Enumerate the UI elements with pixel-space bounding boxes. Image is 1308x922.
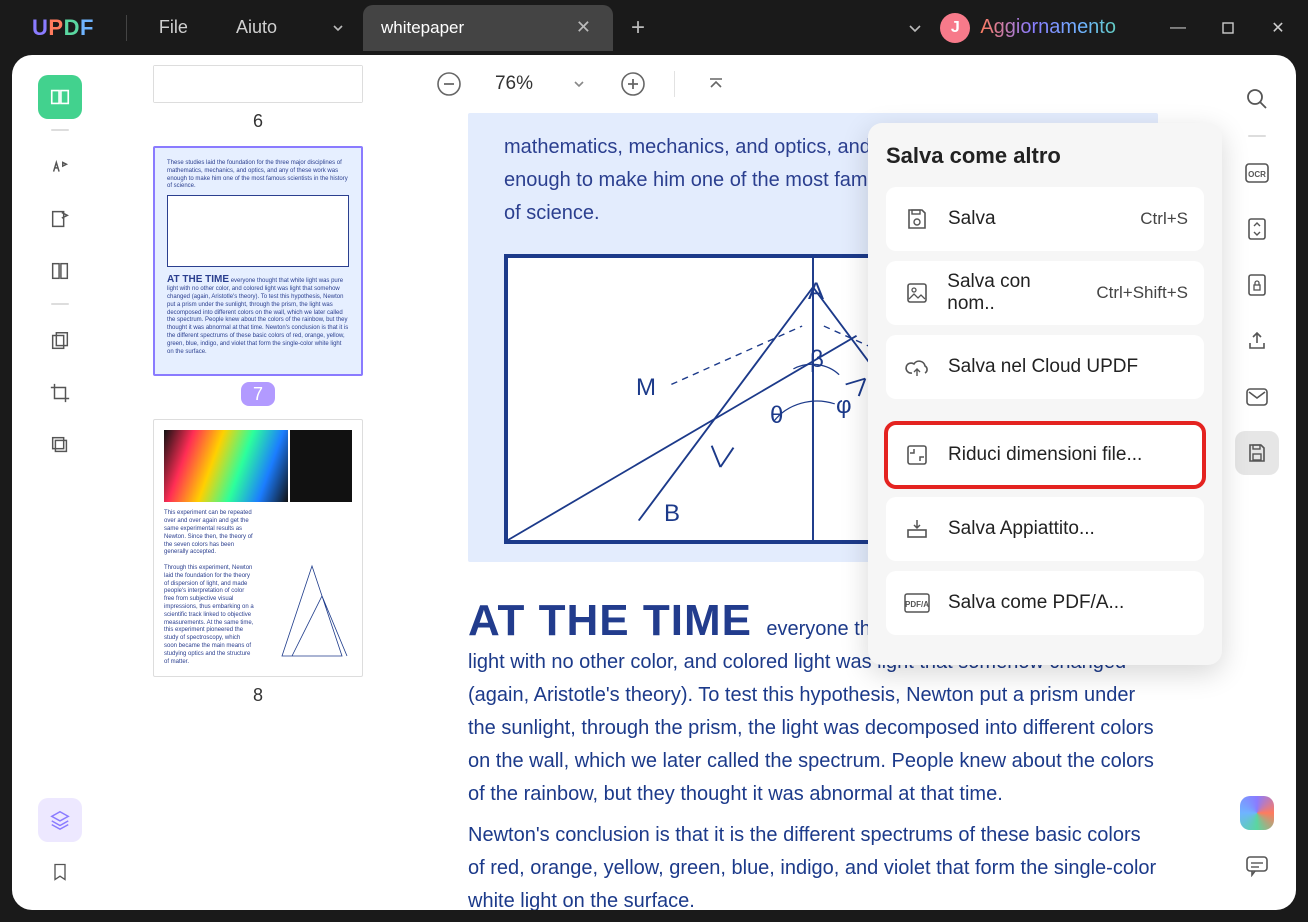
new-tab-button[interactable]: + xyxy=(613,6,663,50)
save-other-icon[interactable] xyxy=(1235,431,1279,475)
save-flatten-button[interactable]: Salva Appiattito... xyxy=(886,497,1204,561)
reader-mode-button[interactable] xyxy=(38,75,82,119)
ai-icon[interactable] xyxy=(1240,796,1274,830)
cloud-icon xyxy=(902,352,932,382)
batch-tool-button[interactable] xyxy=(38,423,82,467)
save-pdfa-button[interactable]: PDF/A Salva come PDF/A... xyxy=(886,571,1204,635)
zoom-dropdown-icon[interactable] xyxy=(562,67,596,101)
flatten-icon xyxy=(902,514,932,544)
app-logo: UPDF xyxy=(8,15,118,41)
email-icon[interactable] xyxy=(1235,375,1279,419)
body-paragraph-2: Newton's conclusion is that it is the di… xyxy=(468,819,1158,910)
edit-tool-button[interactable] xyxy=(38,197,82,241)
search-icon[interactable] xyxy=(1235,77,1279,121)
svg-text:PDF/A: PDF/A xyxy=(905,600,929,609)
minimize-button[interactable]: — xyxy=(1156,8,1200,48)
tab-whitepaper[interactable]: whitepaper ✕ xyxy=(363,5,613,51)
ocr-icon[interactable]: OCR xyxy=(1235,151,1279,195)
pdfa-icon: PDF/A xyxy=(902,588,932,618)
menu-help[interactable]: Aiuto xyxy=(212,17,301,38)
save-as-other-panel: Salva come altro Salva Ctrl+S Salva con … xyxy=(868,123,1222,665)
tab-dropdown-icon[interactable] xyxy=(313,6,363,50)
thumb-page-6[interactable]: 6 xyxy=(153,65,363,132)
save-cloud-button[interactable]: Salva nel Cloud UPDF xyxy=(886,335,1204,399)
right-toolbar: OCR xyxy=(1218,55,1296,910)
save-icon xyxy=(902,204,932,234)
save-button[interactable]: Salva Ctrl+S xyxy=(886,187,1204,251)
thumbnail-panel: 6 These studies laid the foundation for … xyxy=(108,55,408,910)
titlebar: UPDF File Aiuto whitepaper ✕ + J Aggiorn… xyxy=(0,0,1308,55)
thumb-page-8[interactable]: This experiment can be repeated over and… xyxy=(153,419,363,706)
zoom-out-button[interactable] xyxy=(432,67,466,101)
compress-icon xyxy=(902,440,932,470)
app-shell: 6 These studies laid the foundation for … xyxy=(12,55,1296,910)
page-number: 7 xyxy=(153,384,363,405)
panel-title: Salva come altro xyxy=(886,143,1204,169)
save-as-icon xyxy=(902,278,931,308)
viewer-toolbar: 76% xyxy=(408,55,1218,113)
reduce-size-button[interactable]: Riduci dimensioni file... xyxy=(886,423,1204,487)
close-icon[interactable]: ✕ xyxy=(576,17,591,38)
form-tool-button[interactable] xyxy=(38,249,82,293)
maximize-button[interactable] xyxy=(1206,8,1250,48)
organize-pages-button[interactable] xyxy=(38,319,82,363)
scroll-top-icon[interactable] xyxy=(699,67,733,101)
crop-tool-button[interactable] xyxy=(38,371,82,415)
save-as-button[interactable]: Salva con nom.. Ctrl+Shift+S xyxy=(886,261,1204,325)
layers-button[interactable] xyxy=(38,798,82,842)
zoom-in-button[interactable] xyxy=(616,67,650,101)
chat-icon[interactable] xyxy=(1235,844,1279,888)
bookmark-button[interactable] xyxy=(38,850,82,894)
zoom-level[interactable]: 76% xyxy=(486,73,542,95)
tab-title: whitepaper xyxy=(381,18,464,38)
tabs-overflow-icon[interactable] xyxy=(890,6,940,50)
page-number: 6 xyxy=(153,111,363,132)
close-window-button[interactable]: ✕ xyxy=(1256,8,1300,48)
thumb-page-7[interactable]: These studies laid the foundation for th… xyxy=(153,146,363,405)
avatar[interactable]: J xyxy=(940,13,970,43)
svg-text:OCR: OCR xyxy=(1248,170,1266,179)
page-number: 8 xyxy=(153,685,363,706)
left-toolbar xyxy=(12,55,108,910)
heading-at-the-time: AT THE TIME xyxy=(468,596,752,646)
comment-tool-button[interactable] xyxy=(38,145,82,189)
update-label[interactable]: Aggiornamento xyxy=(980,16,1134,39)
protect-icon[interactable] xyxy=(1235,263,1279,307)
convert-icon[interactable] xyxy=(1235,207,1279,251)
menu-file[interactable]: File xyxy=(135,17,212,38)
share-icon[interactable] xyxy=(1235,319,1279,363)
